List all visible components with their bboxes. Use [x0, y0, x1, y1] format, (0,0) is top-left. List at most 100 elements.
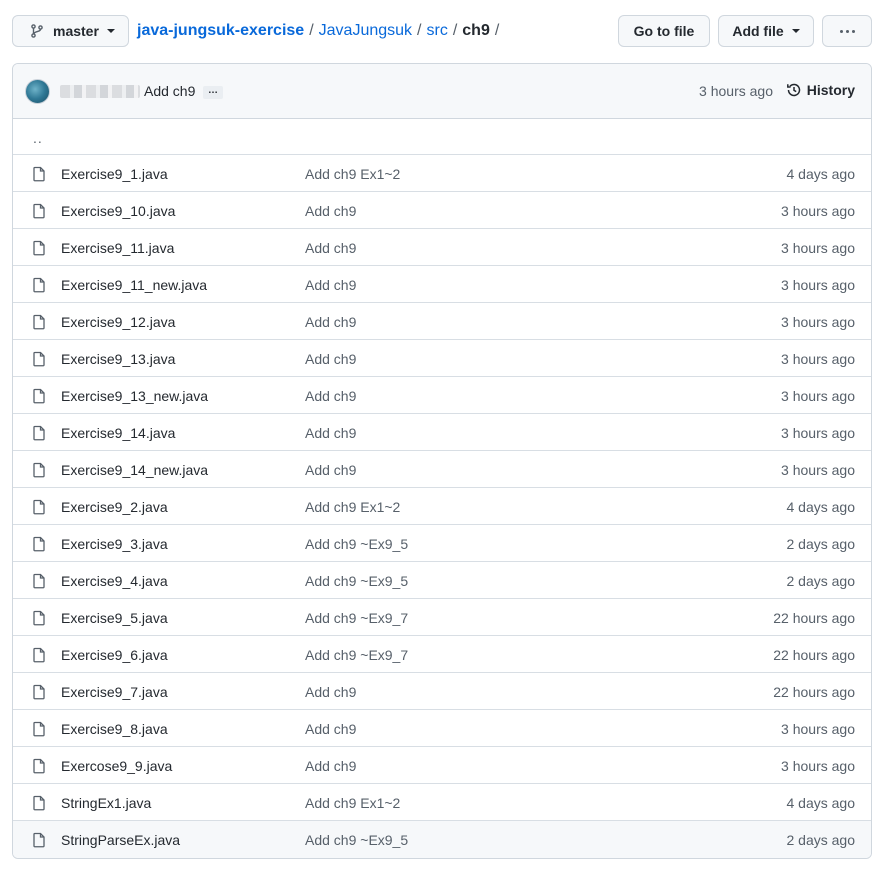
breadcrumb-javajungsuk-link[interactable]: JavaJungsuk [319, 22, 412, 40]
file-name-link[interactable]: Exercise9_14.java [61, 425, 175, 441]
file-row[interactable]: Exercise9_5.java Add ch9 ~Ex9_7 22 hours… [13, 599, 871, 636]
file-row[interactable]: StringEx1.java Add ch9 Ex1~2 4 days ago [13, 784, 871, 821]
file-commit-message[interactable]: Add ch9 Ex1~2 [305, 166, 400, 182]
file-commit-time: 3 hours ago [781, 758, 855, 774]
history-link[interactable]: History [786, 82, 855, 98]
file-row[interactable]: Exercise9_14_new.java Add ch9 3 hours ag… [13, 451, 871, 488]
add-file-button[interactable]: Add file [718, 15, 814, 47]
file-row[interactable]: Exercise9_13_new.java Add ch9 3 hours ag… [13, 377, 871, 414]
file-row[interactable]: Exercise9_3.java Add ch9 ~Ex9_5 2 days a… [13, 525, 871, 562]
avatar[interactable] [25, 79, 50, 104]
caret-down-icon [106, 29, 115, 33]
file-icon [33, 351, 45, 367]
file-commit-time: 22 hours ago [773, 684, 855, 700]
breadcrumb-src-link[interactable]: src [427, 22, 448, 40]
file-row[interactable]: Exercise9_10.java Add ch9 3 hours ago [13, 192, 871, 229]
file-name-link[interactable]: Exercise9_1.java [61, 166, 168, 182]
file-row[interactable]: Exercise9_14.java Add ch9 3 hours ago [13, 414, 871, 451]
file-commit-message[interactable]: Add ch9 [305, 277, 356, 293]
file-commit-time: 2 days ago [786, 832, 856, 848]
file-name-link[interactable]: Exercise9_14_new.java [61, 462, 208, 478]
file-row[interactable]: Exercise9_11.java Add ch9 3 hours ago [13, 229, 871, 266]
history-icon [786, 83, 801, 97]
file-name-link[interactable]: Exercise9_3.java [61, 536, 168, 552]
file-name-link[interactable]: Exercise9_7.java [61, 684, 168, 700]
file-row[interactable]: Exercose9_9.java Add ch9 3 hours ago [13, 747, 871, 784]
caret-down-icon [791, 29, 800, 33]
file-row[interactable]: Exercise9_6.java Add ch9 ~Ex9_7 22 hours… [13, 636, 871, 673]
file-commit-message[interactable]: Add ch9 ~Ex9_5 [305, 832, 408, 848]
file-name-link[interactable]: Exercise9_10.java [61, 203, 175, 219]
file-name-link[interactable]: Exercise9_2.java [61, 499, 168, 515]
file-commit-message[interactable]: Add ch9 [305, 203, 356, 219]
file-icon [33, 166, 45, 182]
file-icon [33, 610, 45, 626]
file-icon [33, 277, 45, 293]
file-commit-time: 3 hours ago [781, 388, 855, 404]
file-row[interactable]: Exercise9_13.java Add ch9 3 hours ago [13, 340, 871, 377]
file-commit-message[interactable]: Add ch9 [305, 425, 356, 441]
more-options-button[interactable] [822, 15, 872, 47]
branch-select-button[interactable]: master [12, 15, 129, 47]
file-commit-message[interactable]: Add ch9 ~Ex9_5 [305, 536, 408, 552]
branch-name: master [53, 23, 99, 39]
file-commit-message[interactable]: Add ch9 [305, 240, 356, 256]
go-to-file-label: Go to file [633, 23, 695, 39]
file-commit-message[interactable]: Add ch9 Ex1~2 [305, 499, 400, 515]
file-commit-message[interactable]: Add ch9 [305, 314, 356, 330]
file-row[interactable]: Exercise9_1.java Add ch9 Ex1~2 4 days ag… [13, 155, 871, 192]
breadcrumb: java-jungsuk-exercise / JavaJungsuk / sr… [137, 15, 504, 47]
file-name-link[interactable]: Exercose9_9.java [61, 758, 172, 774]
file-name-link[interactable]: Exercise9_11_new.java [61, 277, 207, 293]
commit-time: 3 hours ago [699, 83, 773, 99]
file-name-link[interactable]: StringParseEx.java [61, 832, 180, 848]
file-row[interactable]: Exercise9_8.java Add ch9 3 hours ago [13, 710, 871, 747]
file-commit-time: 2 days ago [786, 536, 856, 552]
file-name-link[interactable]: Exercise9_5.java [61, 610, 168, 626]
commit-message[interactable]: Add ch9 [144, 83, 195, 99]
file-commit-message[interactable]: Add ch9 [305, 684, 356, 700]
file-icon [33, 832, 45, 848]
file-name-link[interactable]: Exercise9_13.java [61, 351, 175, 367]
go-to-file-button[interactable]: Go to file [618, 15, 710, 47]
file-icon [33, 573, 45, 589]
file-name-link[interactable]: Exercise9_8.java [61, 721, 168, 737]
breadcrumb-repo-link[interactable]: java-jungsuk-exercise [137, 22, 304, 40]
file-commit-message[interactable]: Add ch9 [305, 462, 356, 478]
author-name-redacted [60, 85, 140, 98]
file-name-link[interactable]: StringEx1.java [61, 795, 151, 811]
file-name-link[interactable]: Exercise9_11.java [61, 240, 174, 256]
file-commit-message[interactable]: Add ch9 [305, 388, 356, 404]
file-name-link[interactable]: Exercise9_4.java [61, 573, 168, 589]
file-icon [33, 684, 45, 700]
expand-commit-button[interactable]: … [203, 86, 223, 99]
file-commit-time: 4 days ago [786, 166, 856, 182]
file-icon [33, 536, 45, 552]
file-commit-message[interactable]: Add ch9 ~Ex9_7 [305, 647, 408, 663]
file-name-link[interactable]: Exercise9_6.java [61, 647, 168, 663]
file-row[interactable]: StringParseEx.java Add ch9 ~Ex9_5 2 days… [13, 821, 871, 858]
file-commit-time: 22 hours ago [773, 610, 855, 626]
file-commit-message[interactable]: Add ch9 ~Ex9_5 [305, 573, 408, 589]
file-commit-time: 4 days ago [786, 795, 856, 811]
file-name-link[interactable]: Exercise9_12.java [61, 314, 175, 330]
file-row[interactable]: Exercise9_12.java Add ch9 3 hours ago [13, 303, 871, 340]
file-commit-message[interactable]: Add ch9 [305, 721, 356, 737]
file-name-link[interactable]: Exercise9_13_new.java [61, 388, 208, 404]
latest-commit-bar: Add ch9 … 3 hours ago History [13, 64, 871, 119]
file-row[interactable]: Exercise9_4.java Add ch9 ~Ex9_5 2 days a… [13, 562, 871, 599]
file-commit-message[interactable]: Add ch9 [305, 351, 356, 367]
breadcrumb-separator: / [417, 22, 422, 39]
parent-directory-link[interactable]: .. [13, 119, 871, 155]
breadcrumb-separator: / [309, 22, 314, 39]
file-icon [33, 721, 45, 737]
file-commit-message[interactable]: Add ch9 [305, 758, 356, 774]
file-commit-message[interactable]: Add ch9 Ex1~2 [305, 795, 400, 811]
file-commit-message[interactable]: Add ch9 ~Ex9_7 [305, 610, 408, 626]
file-icon [33, 240, 45, 256]
file-commit-time: 3 hours ago [781, 314, 855, 330]
file-row[interactable]: Exercise9_2.java Add ch9 Ex1~2 4 days ag… [13, 488, 871, 525]
file-commit-time: 3 hours ago [781, 277, 855, 293]
file-row[interactable]: Exercise9_7.java Add ch9 22 hours ago [13, 673, 871, 710]
file-row[interactable]: Exercise9_11_new.java Add ch9 3 hours ag… [13, 266, 871, 303]
